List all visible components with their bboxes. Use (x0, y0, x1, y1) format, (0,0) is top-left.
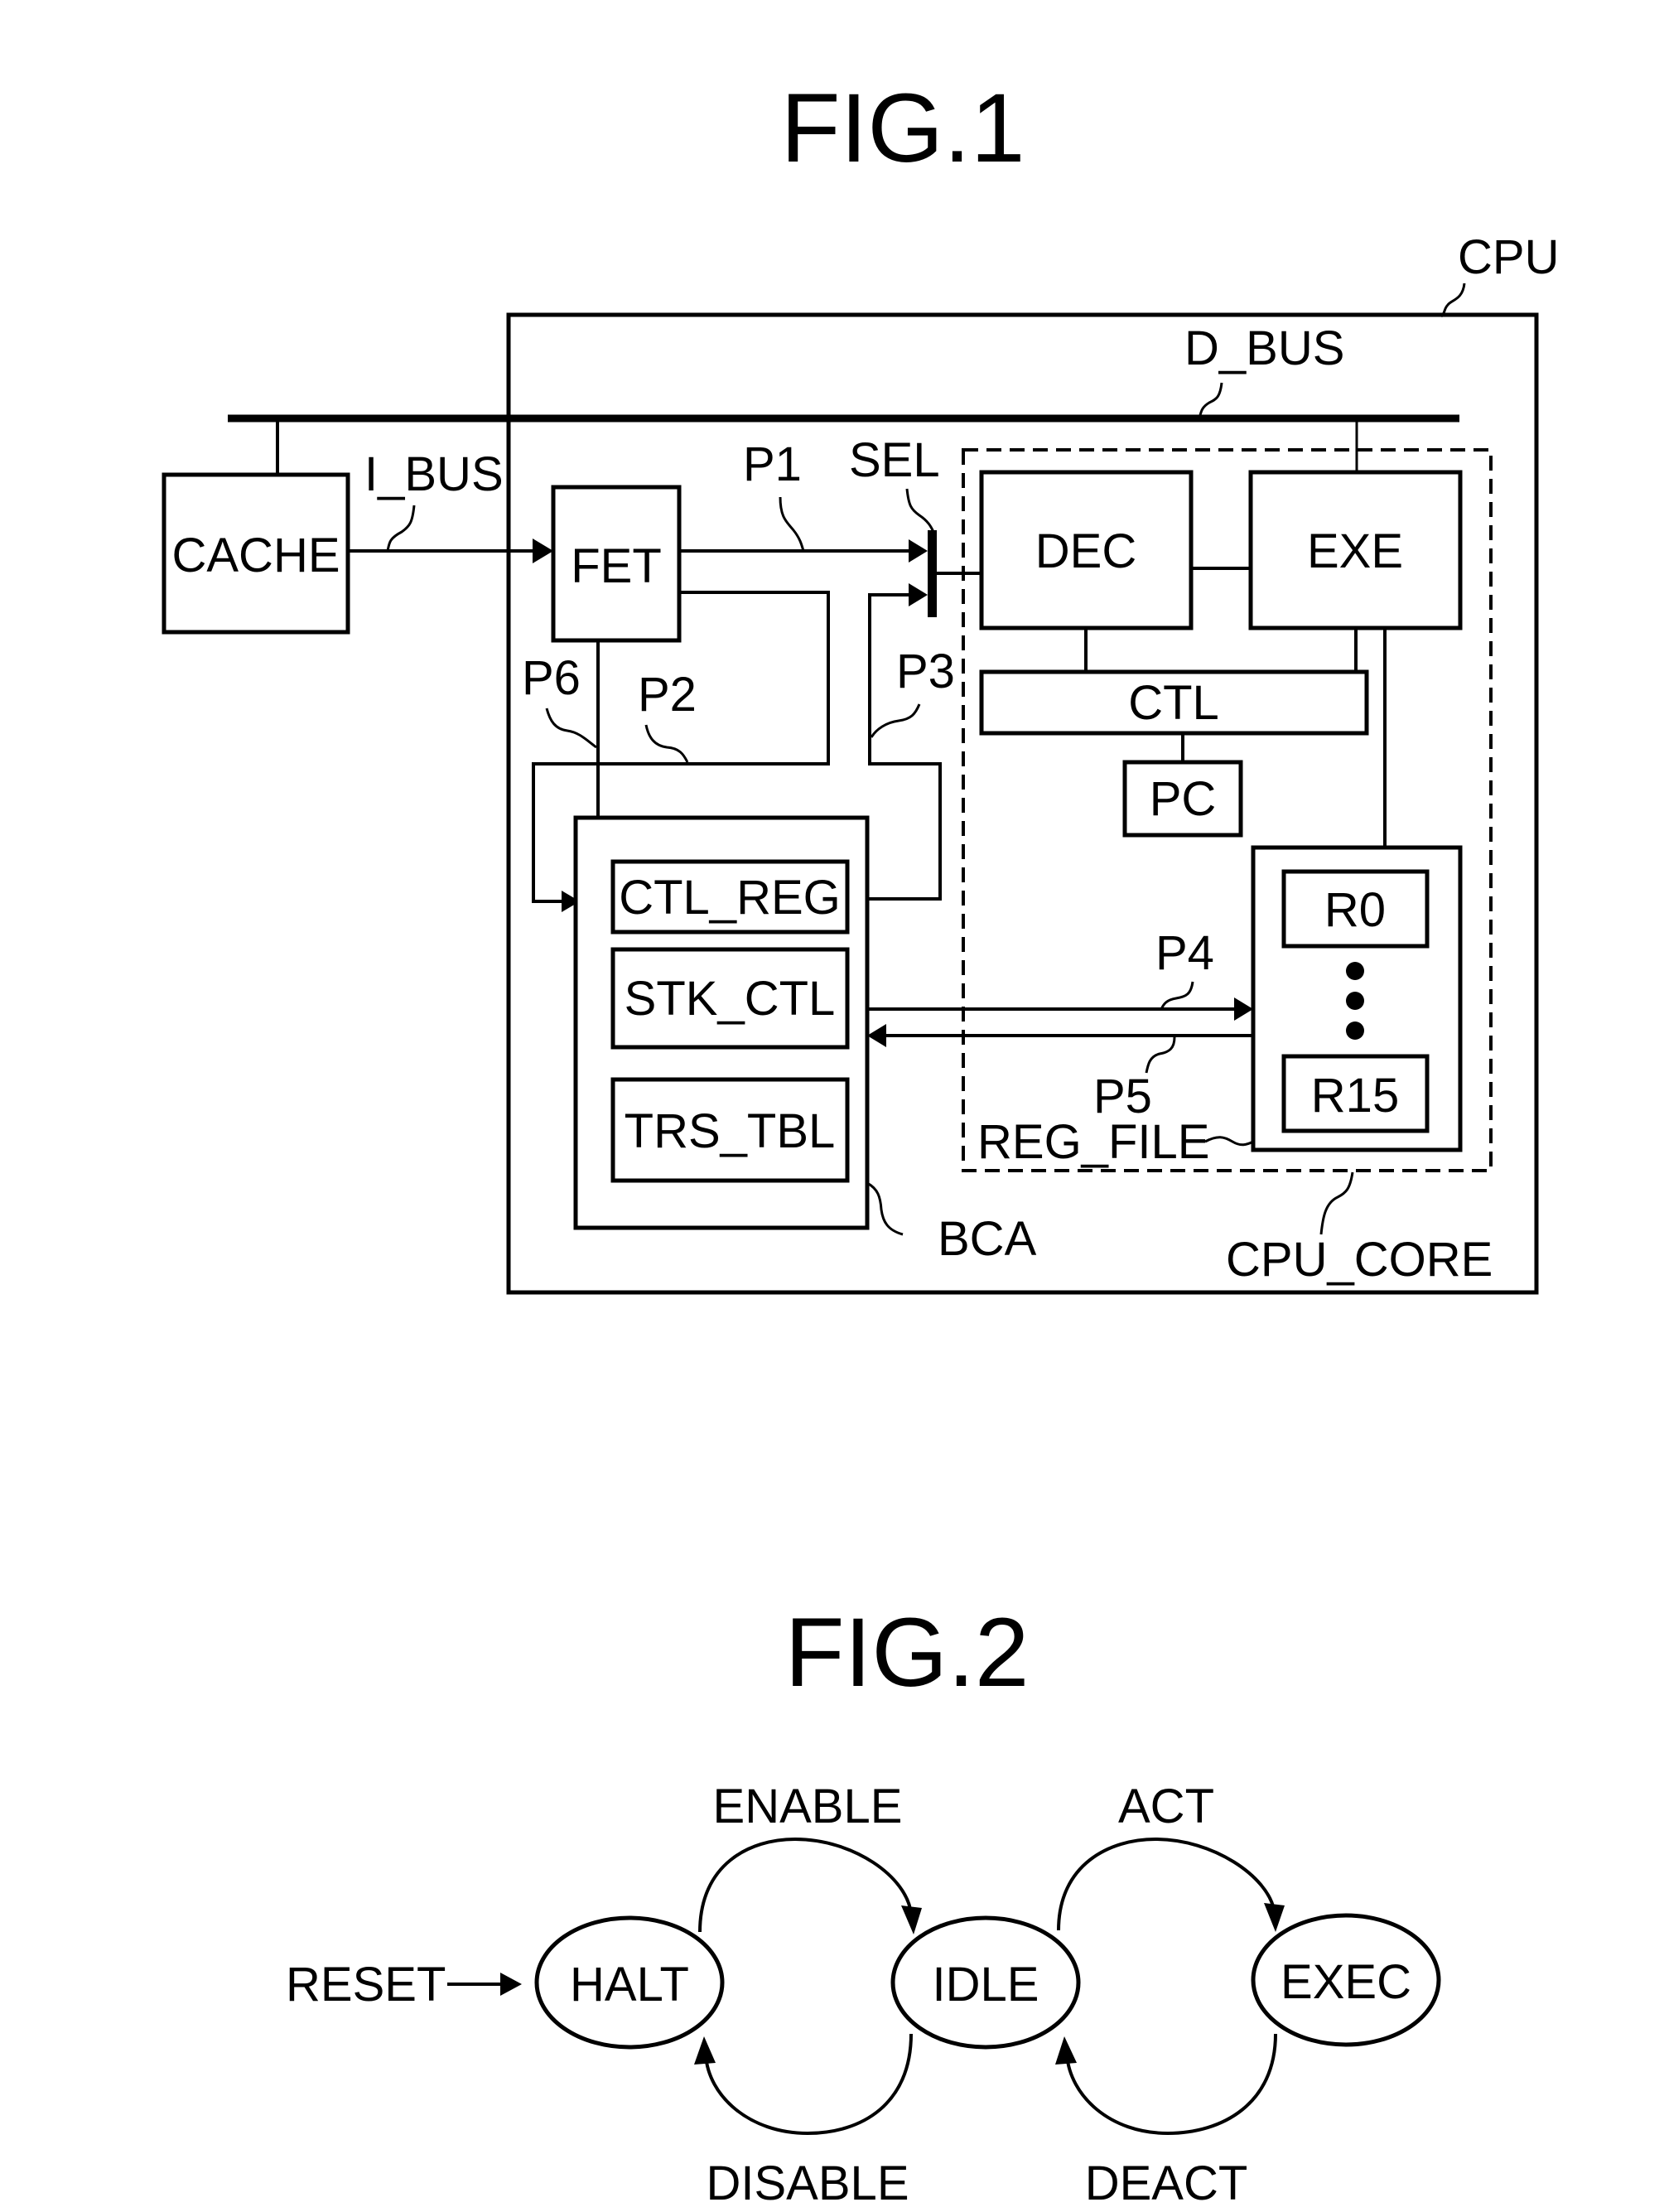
exe-label: EXE (1307, 524, 1403, 578)
disable-arc (704, 2033, 913, 2136)
cpu-leader (1440, 283, 1466, 318)
cache-label: CACHE (171, 529, 340, 582)
deact-label: DEACT (1085, 2156, 1248, 2210)
r0-label: R0 (1324, 883, 1386, 937)
dec-label: DEC (1035, 524, 1136, 578)
sel-label: SEL (849, 433, 940, 487)
disable-arrowhead (694, 2036, 716, 2065)
state-exec-label: EXEC (1281, 1955, 1411, 2009)
pc-label: PC (1150, 772, 1217, 826)
act-arrowhead (1264, 1903, 1285, 1932)
d-bus-label: D_BUS (1184, 321, 1344, 375)
fig2-title: FIG.2 (784, 1598, 1029, 1707)
cpu-core-label: CPU_CORE (1226, 1233, 1493, 1287)
reset-arrowhead (500, 1973, 522, 1996)
enable-label: ENABLE (713, 1780, 903, 1833)
stk-ctl-label: STK_CTL (625, 972, 836, 1026)
p6-label: P6 (522, 651, 581, 705)
p2-label: P2 (638, 668, 697, 722)
disable-label: DISABLE (707, 2156, 909, 2210)
deact-arrowhead (1055, 2036, 1077, 2065)
bca-label: BCA (938, 1212, 1037, 1266)
p4-label: P4 (1155, 926, 1214, 980)
trs-tbl-label: TRS_TBL (625, 1104, 836, 1158)
patent-figure-canvas: FIG.1 CPU D_BUS CACHE I_BUS FET P1 SEL P… (162, 74, 1559, 2210)
i-bus-leader (386, 505, 416, 552)
ellipsis-dot (1346, 962, 1364, 980)
ellipsis-dot (1346, 992, 1364, 1010)
sel-selector (928, 530, 937, 617)
ctl-label: CTL (1128, 676, 1219, 730)
enable-arrowhead (901, 1905, 922, 1934)
ellipsis-dot (1346, 1021, 1364, 1040)
enable-arc (698, 1837, 913, 1933)
p1-label: P1 (743, 437, 802, 491)
state-halt-label: HALT (570, 1958, 689, 2012)
i-bus-label: I_BUS (364, 447, 504, 501)
p3-label: P3 (896, 645, 955, 698)
fet-label: FET (571, 539, 662, 593)
act-label: ACT (1118, 1780, 1214, 1833)
fig1-title: FIG.1 (780, 74, 1025, 183)
r15-label: R15 (1311, 1069, 1399, 1123)
state-idle-label: IDLE (933, 1958, 1039, 2012)
deact-arc (1065, 2033, 1277, 2136)
p5-label: P5 (1093, 1070, 1152, 1123)
reset-label: RESET (286, 1958, 446, 2012)
cpu-label: CPU (1458, 230, 1559, 284)
ctl-reg-label: CTL_REG (619, 871, 841, 925)
act-arc (1057, 1837, 1276, 1931)
